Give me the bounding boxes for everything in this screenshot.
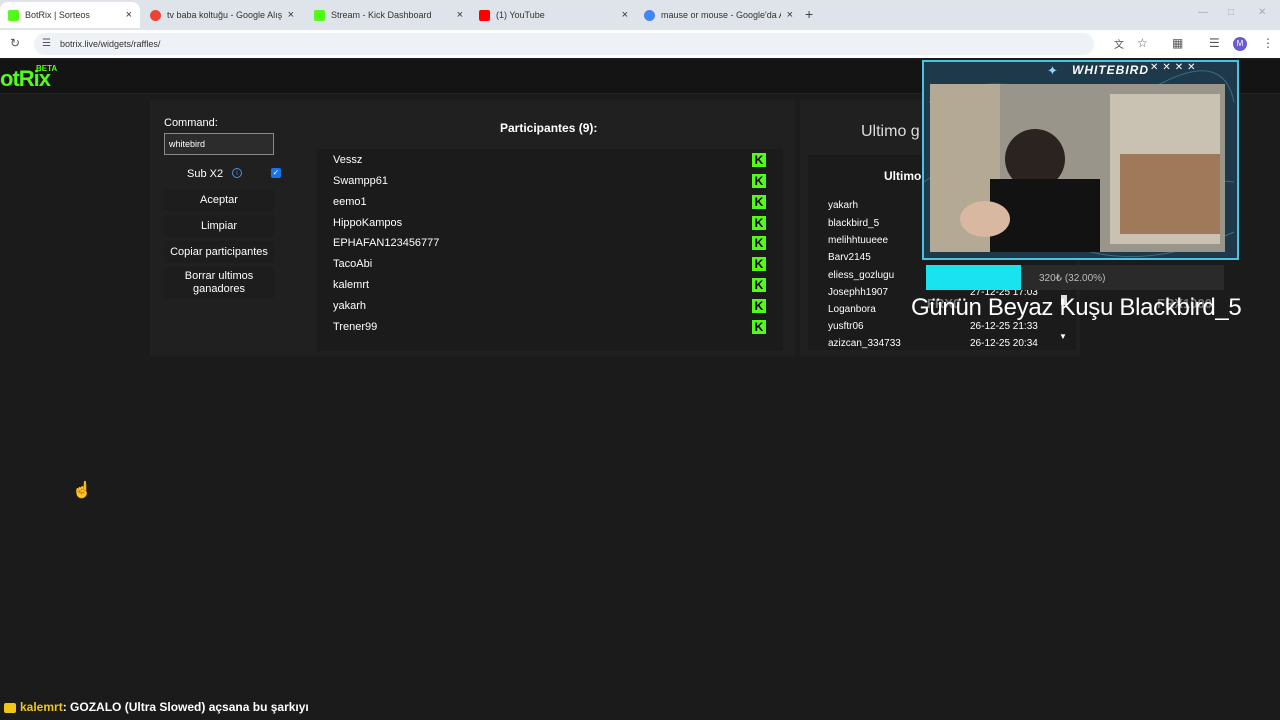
tab-kick-dashboard[interactable]: Stream - Kick Dashboard ×: [306, 2, 471, 28]
close-icon[interactable]: ×: [457, 9, 463, 21]
url-text: botrix.live/widgets/raffles/: [60, 39, 161, 49]
participant-name: HippoKampos: [333, 217, 403, 229]
tab-title: mause or mouse - Google'da Ar: [661, 10, 781, 20]
maximize-window-icon[interactable]: □: [1228, 7, 1234, 18]
winner-name: eliess_gozlugu: [828, 270, 895, 281]
clear-button[interactable]: Limpiar: [164, 215, 274, 237]
kick-icon: K: [752, 174, 766, 188]
google-shopping-favicon-icon: [150, 9, 161, 21]
winner-date: 26-12-25 21:33: [970, 321, 1038, 332]
reload-icon[interactable]: ↻: [10, 36, 20, 50]
tab-google-search[interactable]: mause or mouse - Google'da Ar ×: [636, 2, 801, 28]
address-bar-row: ↻ ☰ botrix.live/widgets/raffles/ 文 ☆ ▦ ☰…: [0, 30, 1280, 58]
overlay-decoration: ✕✕✕✕: [1150, 62, 1200, 73]
close-icon[interactable]: ×: [126, 9, 132, 21]
bookmark-star-icon[interactable]: ☆: [1137, 36, 1148, 50]
winner-name: blackbird_5: [828, 218, 880, 229]
participant-name: EPHAFAN123456777: [333, 237, 440, 249]
stream-overlay-title: Günün Beyaz Kuşu Blackbird_5: [911, 294, 1242, 321]
bird-icon: ✦: [1047, 63, 1058, 78]
hand-cursor-icon: ☝: [72, 482, 92, 499]
winner-date: 26-12-25 20:34: [970, 338, 1038, 349]
winner-name: Loganbora: [828, 304, 876, 315]
botrix-favicon-icon: [8, 9, 19, 21]
chat-username[interactable]: kalemrt: [20, 700, 63, 714]
tab-title: tv baba koltuğu - Google Alışve: [167, 10, 282, 20]
kick-icon: K: [752, 216, 766, 230]
profile-avatar[interactable]: M: [1233, 37, 1247, 51]
kick-icon: K: [752, 236, 766, 250]
google-favicon-icon: [644, 9, 655, 21]
participants-title: Participantes (9):: [500, 121, 598, 135]
winners-header: Ultimo: [884, 169, 922, 183]
delete-last-winners-button[interactable]: Borrar ultimos ganadores: [164, 267, 274, 299]
webcam-scene: [930, 84, 1225, 252]
more-menu-icon[interactable]: ⋮: [1262, 36, 1274, 50]
tab-title: (1) YouTube: [496, 10, 545, 20]
kick-icon: K: [752, 153, 766, 167]
close-icon[interactable]: ×: [622, 9, 628, 21]
url-field[interactable]: ☰ botrix.live/widgets/raffles/: [34, 33, 1094, 55]
participants-list: Vessz K Swampp61 K eemo1 K HippoKampos K…: [317, 149, 783, 351]
winner-name: yakarh: [828, 200, 859, 211]
chat-message: kalemrt: GOZALO (Ultra Slowed) açsana bu…: [4, 700, 309, 714]
sub-x2-checkbox[interactable]: ✓: [271, 168, 281, 178]
media-control-icon[interactable]: ☰: [1209, 36, 1220, 50]
youtube-favicon-icon: [479, 9, 490, 21]
info-icon[interactable]: i: [232, 168, 242, 178]
kick-icon: K: [752, 195, 766, 209]
goal-progress-fill: [926, 265, 1022, 290]
crown-icon: [4, 702, 16, 713]
kick-icon: K: [752, 299, 766, 313]
goal-progress-text: 320₺ (32.00%): [1039, 273, 1106, 284]
winner-name: azizcan_334733: [828, 338, 901, 349]
scroll-down-icon[interactable]: ▼: [1059, 332, 1067, 341]
participant-name: eemo1: [333, 196, 367, 208]
participant-name: Vessz: [333, 154, 363, 166]
browser-tab-bar: BotRix | Sorteos × tv baba koltuğu - Goo…: [0, 0, 1280, 30]
winner-name: melihhtuueee: [828, 235, 889, 246]
new-tab-button[interactable]: +: [805, 6, 813, 22]
site-info-icon[interactable]: ☰: [42, 38, 51, 49]
tab-youtube[interactable]: (1) YouTube ×: [471, 2, 636, 28]
winners-panel-title: Ultimo g: [861, 123, 920, 140]
tab-title: Stream - Kick Dashboard: [331, 10, 432, 20]
winner-name: yusftr06: [828, 321, 864, 332]
winner-name: Josephh1907: [828, 287, 889, 298]
participant-name: TacoAbi: [333, 258, 373, 270]
kick-icon: K: [752, 257, 766, 271]
kick-icon: K: [752, 278, 766, 292]
page-content: otRix BETA Command: Sub X2 i ✓ Aceptar L…: [0, 60, 1280, 720]
tab-google-shopping[interactable]: tv baba koltuğu - Google Alışve ×: [142, 2, 302, 28]
extensions-icon[interactable]: ▦: [1172, 36, 1183, 50]
kick-favicon-icon: [314, 9, 325, 21]
translate-icon[interactable]: 文: [1114, 36, 1124, 51]
winner-name: Barv2145: [828, 252, 871, 263]
participant-name: yakarh: [333, 300, 367, 312]
close-window-icon[interactable]: ✕: [1258, 7, 1266, 18]
close-icon[interactable]: ×: [787, 9, 793, 21]
beta-badge: BETA: [36, 64, 58, 73]
chat-text: : GOZALO (Ultra Slowed) açsana bu şarkıy…: [62, 700, 309, 714]
participant-name: kalemrt: [333, 279, 370, 291]
kick-icon: K: [752, 320, 766, 334]
copy-participants-button[interactable]: Copiar participantes: [164, 241, 274, 263]
accept-button[interactable]: Aceptar: [164, 189, 274, 211]
participant-name: Trener99: [333, 321, 378, 333]
command-label: Command:: [164, 117, 218, 129]
participant-name: Swampp61: [333, 175, 389, 187]
webcam-video: [930, 84, 1225, 252]
tab-botrix-sorteos[interactable]: BotRix | Sorteos ×: [0, 2, 140, 28]
sub-x2-label: Sub X2: [187, 168, 224, 180]
minimize-window-icon[interactable]: —: [1198, 7, 1208, 18]
close-icon[interactable]: ×: [288, 9, 294, 21]
command-input[interactable]: [164, 133, 274, 155]
streamer-name: WHITEBIRD: [1072, 63, 1149, 77]
tab-title: BotRix | Sorteos: [25, 10, 90, 20]
